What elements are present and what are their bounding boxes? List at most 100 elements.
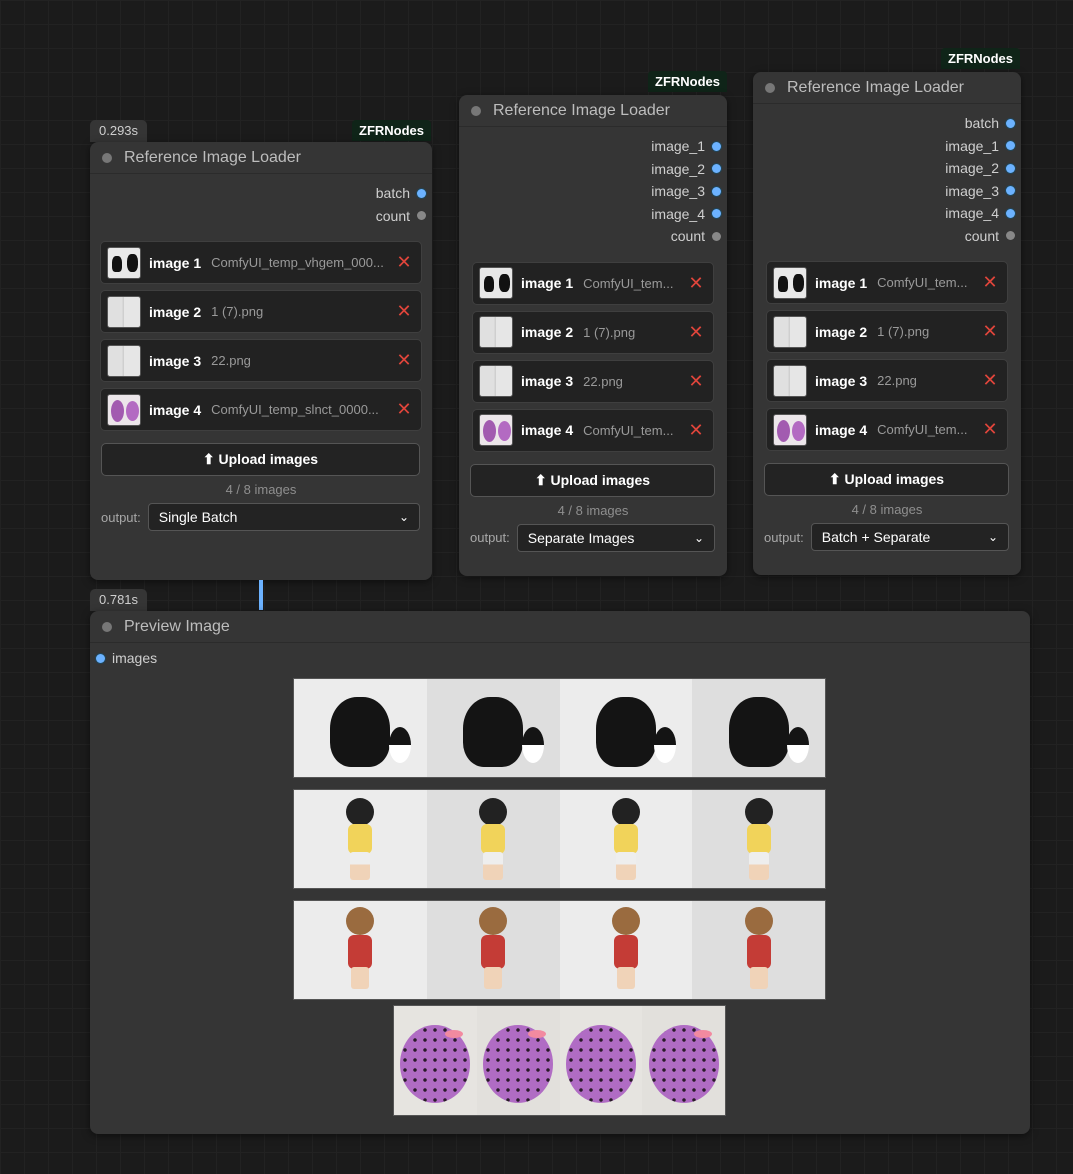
node-1-tag: ZFRNodes [352, 120, 431, 141]
output-count[interactable]: count [753, 225, 1021, 248]
image-label: image 4 [521, 422, 574, 438]
preview-image-duck[interactable] [393, 1005, 726, 1116]
output-port-icon[interactable] [1006, 186, 1015, 196]
output-port-icon[interactable] [1006, 118, 1015, 128]
node-title[interactable]: Reference Image Loader [459, 95, 727, 127]
node-reference-image-loader-3[interactable]: Reference Image Loader batch image_1 ima… [753, 72, 1021, 575]
node-reference-image-loader-2[interactable]: Reference Image Loader image_1 image_2 i… [459, 95, 727, 576]
output-port-icon[interactable] [1006, 231, 1015, 241]
output-count[interactable]: count [459, 225, 727, 248]
output-label: image_3 [651, 183, 705, 200]
remove-icon[interactable]: ✕ [979, 272, 1001, 293]
output-image-2[interactable]: image_2 [753, 157, 1021, 180]
input-images[interactable]: images [90, 643, 1030, 673]
output-port-icon[interactable] [712, 231, 721, 241]
remove-icon[interactable]: ✕ [393, 399, 415, 420]
image-label: image 4 [149, 401, 202, 418]
output-image-2[interactable]: image_2 [459, 158, 727, 181]
output-mode-select[interactable]: Separate Images ⌄ [516, 523, 715, 552]
output-image-1[interactable]: image_1 [753, 135, 1021, 158]
image-row-3: image 3 22.png ✕ [766, 359, 1008, 402]
frame [476, 1006, 560, 1115]
remove-icon[interactable]: ✕ [979, 321, 1001, 342]
upload-images-button[interactable]: ⬆ Upload images [470, 463, 715, 497]
output-image-1[interactable]: image_1 [459, 135, 727, 158]
output-batch[interactable]: batch [753, 112, 1021, 135]
collapse-dot-icon[interactable] [765, 82, 775, 93]
node-preview-image[interactable]: Preview Image images [90, 611, 1030, 1134]
image-row-2: image 2 1 (7).png ✕ [766, 310, 1008, 353]
output-port-icon[interactable] [712, 164, 721, 174]
output-port-icon[interactable] [417, 188, 426, 198]
output-port-icon[interactable] [712, 186, 721, 196]
input-label: images [112, 650, 158, 666]
output-count[interactable]: count [90, 205, 432, 228]
output-batch[interactable]: batch [90, 182, 432, 205]
cat-tail [521, 727, 544, 763]
output-label: batch [375, 185, 410, 202]
remove-icon[interactable]: ✕ [685, 322, 707, 343]
remove-icon[interactable]: ✕ [393, 350, 415, 371]
output-image-4[interactable]: image_4 [753, 202, 1021, 225]
link-wire[interactable] [259, 580, 263, 610]
remove-icon[interactable]: ✕ [979, 370, 1001, 391]
cat-tail [388, 727, 411, 763]
output-port-icon[interactable] [712, 141, 721, 151]
image-filename: 1 (7).png [583, 324, 636, 340]
remove-icon[interactable]: ✕ [393, 252, 415, 273]
output-port-icon[interactable] [417, 211, 426, 221]
girl-head [479, 907, 508, 935]
image-row-1: image 1 ComfyUI_tem... ✕ [766, 261, 1008, 304]
preview-image-boy[interactable] [293, 789, 826, 889]
node-title[interactable]: Reference Image Loader [753, 72, 1021, 104]
image-thumbnail [773, 413, 807, 446]
node-title-text: Reference Image Loader [787, 78, 964, 96]
upload-images-button[interactable]: ⬆ Upload images [764, 463, 1009, 496]
chevron-down-icon: ⌄ [398, 510, 409, 524]
output-image-3[interactable]: image_3 [459, 180, 727, 203]
boy-legs [350, 852, 371, 880]
output-mode-select[interactable]: Single Batch ⌄ [147, 503, 420, 531]
remove-icon[interactable]: ✕ [685, 420, 707, 441]
output-mode-row: output: Batch + Separate ⌄ [764, 523, 1009, 551]
remove-icon[interactable]: ✕ [685, 371, 707, 392]
output-mode-select[interactable]: Batch + Separate ⌄ [810, 523, 1009, 551]
node-title[interactable]: Preview Image [90, 611, 1030, 643]
output-label: image_3 [945, 182, 999, 199]
cat-figure [330, 697, 391, 767]
collapse-dot-icon[interactable] [102, 621, 112, 632]
image-filename: ComfyUI_tem... [583, 275, 674, 291]
image-thumbnail [773, 315, 807, 348]
upload-images-button[interactable]: ⬆ Upload images [101, 443, 420, 476]
image-row-3: image 3 22.png ✕ [472, 359, 714, 403]
boy-head [611, 798, 640, 826]
preview-image-girl[interactable] [293, 900, 826, 1000]
output-label: count [964, 227, 999, 244]
output-image-3[interactable]: image_3 [753, 180, 1021, 203]
output-port-icon[interactable] [1006, 208, 1015, 218]
remove-icon[interactable]: ✕ [393, 301, 415, 322]
collapse-dot-icon[interactable] [102, 152, 112, 163]
output-mode-row: output: Separate Images ⌄ [470, 523, 715, 552]
output-port-icon[interactable] [1006, 141, 1015, 151]
image-row-1: image 1 ComfyUI_temp_vhgem_000... ✕ [100, 241, 422, 284]
output-label: image_2 [945, 160, 999, 177]
output-mode-row: output: Single Batch ⌄ [101, 503, 420, 531]
image-filename: 22.png [211, 353, 251, 368]
image-thumbnail [773, 266, 807, 299]
remove-icon[interactable]: ✕ [685, 273, 707, 294]
output-port-icon[interactable] [712, 209, 721, 219]
preview-image-cat[interactable] [293, 678, 826, 778]
input-port-icon[interactable] [96, 653, 105, 663]
frame [559, 901, 693, 999]
node-title-text: Preview Image [124, 617, 230, 635]
collapse-dot-icon[interactable] [471, 105, 481, 116]
output-port-icon[interactable] [1006, 163, 1015, 173]
node-reference-image-loader-1[interactable]: Reference Image Loader batch count image… [90, 142, 432, 580]
frame [426, 901, 560, 999]
remove-icon[interactable]: ✕ [979, 419, 1001, 440]
node-title[interactable]: Reference Image Loader [90, 142, 432, 174]
image-thumbnail [479, 316, 513, 348]
node-title-text: Reference Image Loader [493, 101, 670, 119]
output-image-4[interactable]: image_4 [459, 203, 727, 226]
